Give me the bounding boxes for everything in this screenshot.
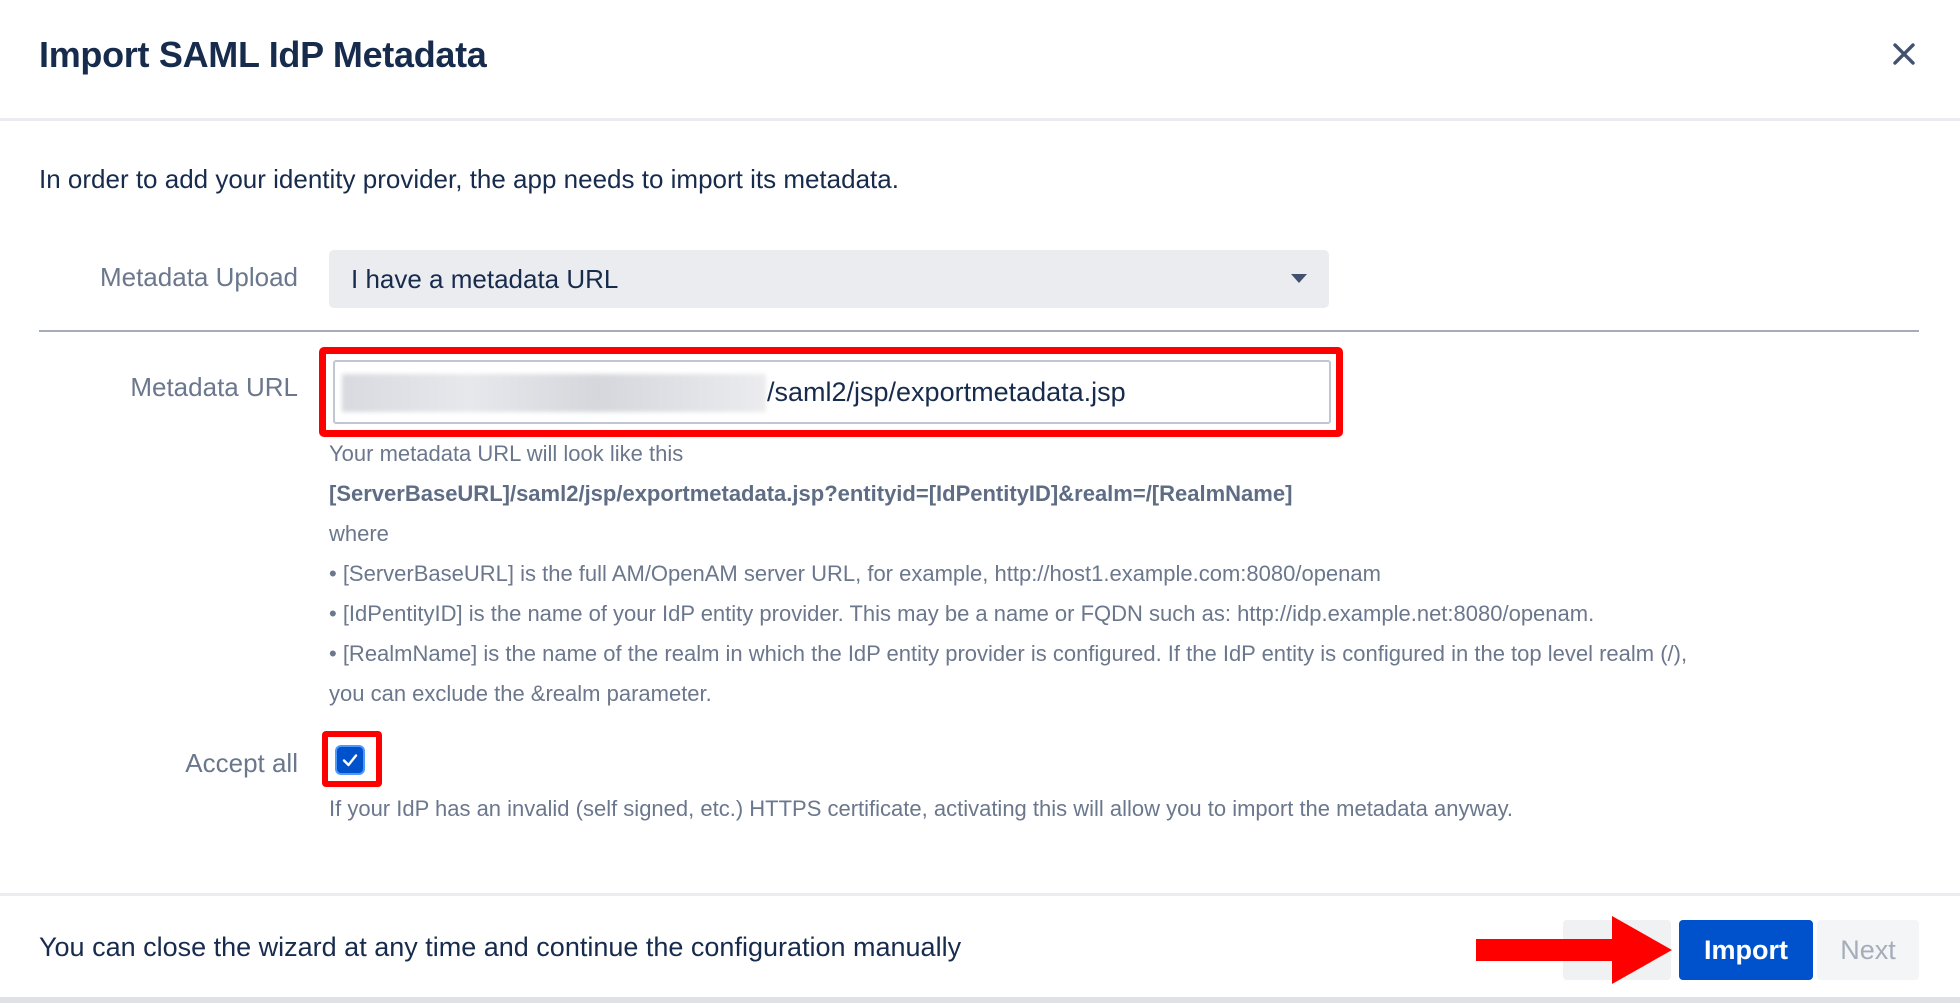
metadata-url-value: /saml2/jsp/exportmetadata.jsp [767, 377, 1126, 407]
url-help-line: where [329, 521, 389, 546]
accept-all-help: If your IdP has an invalid (self signed,… [329, 796, 1514, 821]
intro-text: In order to add your identity provider, … [39, 164, 899, 194]
close-button[interactable] [1884, 34, 1924, 74]
url-help-format: [ServerBaseURL]/saml2/jsp/exportmetadata… [329, 481, 1293, 506]
url-help-bullet: • [ServerBaseURL] is the full AM/OpenAM … [329, 561, 1381, 586]
url-help-bullet: • [IdPentityID] is the name of your IdP … [329, 601, 1595, 626]
accept-all-label: Accept all [185, 748, 298, 778]
dialog-header: Import SAML IdP Metadata [0, 0, 1960, 121]
checkmark-icon [342, 754, 358, 767]
metadata-upload-select[interactable]: I have a metadata URL [329, 250, 1329, 308]
url-help-line: you can exclude the &realm parameter. [329, 681, 712, 706]
url-help-bullet: • [RealmName] is the name of the realm i… [329, 641, 1688, 666]
close-icon [1893, 43, 1915, 65]
import-metadata-dialog: Import SAML IdP Metadata In order to add… [0, 0, 1960, 997]
next-button: Next [1817, 920, 1919, 980]
divider [39, 330, 1919, 332]
footer-hint: You can close the wizard at any time and… [39, 932, 962, 962]
background-strip [0, 997, 1960, 1003]
accept-all-checkbox[interactable] [337, 747, 363, 773]
select-value: I have a metadata URL [351, 264, 619, 294]
metadata-url-label: Metadata URL [130, 372, 298, 402]
chevron-down-icon [1291, 274, 1307, 283]
metadata-upload-label: Metadata Upload [99, 262, 298, 292]
redacted-url-host [342, 374, 766, 412]
arrow-right-icon [1476, 916, 1672, 984]
dialog-title: Import SAML IdP Metadata [39, 34, 487, 75]
url-help-line: Your metadata URL will look like this [329, 441, 684, 466]
import-button[interactable]: Import [1679, 920, 1813, 980]
